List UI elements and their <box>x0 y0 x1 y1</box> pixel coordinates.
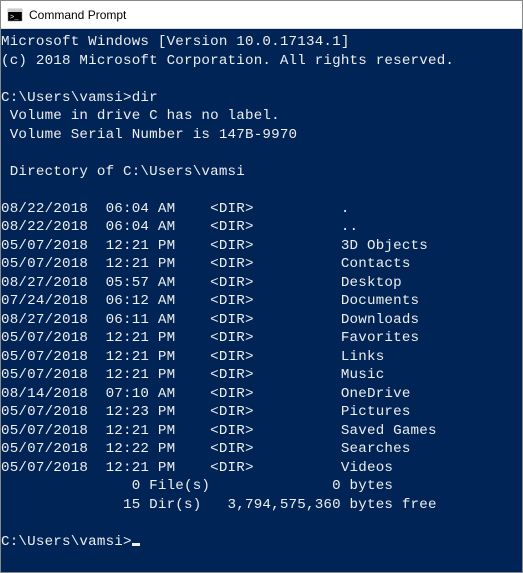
cursor <box>132 543 140 546</box>
terminal-output[interactable]: Microsoft Windows [Version 10.0.17134.1]… <box>1 29 522 572</box>
svg-text:>_: >_ <box>10 14 19 22</box>
volume-line: Volume in drive C has no label. <box>1 108 280 124</box>
titlebar[interactable]: >_ Command Prompt <box>1 1 522 29</box>
prompt-2: C:\Users\vamsi> <box>1 534 132 550</box>
window-title: Command Prompt <box>29 8 126 22</box>
cmd-icon: >_ <box>7 7 23 23</box>
directory-listing: 08/22/2018 06:04 AM <DIR> . 08/22/2018 0… <box>1 201 437 476</box>
summary-files: 0 File(s) 0 bytes <box>1 478 393 494</box>
serial-line: Volume Serial Number is 147B-9970 <box>1 127 297 143</box>
command-prompt-window: >_ Command Prompt Microsoft Windows [Ver… <box>0 0 523 573</box>
directory-of: Directory of C:\Users\vamsi <box>1 164 245 180</box>
command-1: dir <box>132 90 158 106</box>
banner-line-2: (c) 2018 Microsoft Corporation. All righ… <box>1 53 454 69</box>
prompt-1: C:\Users\vamsi> <box>1 90 132 106</box>
summary-dirs: 15 Dir(s) 3,794,575,360 bytes free <box>1 497 437 513</box>
banner-line-1: Microsoft Windows [Version 10.0.17134.1] <box>1 34 350 50</box>
